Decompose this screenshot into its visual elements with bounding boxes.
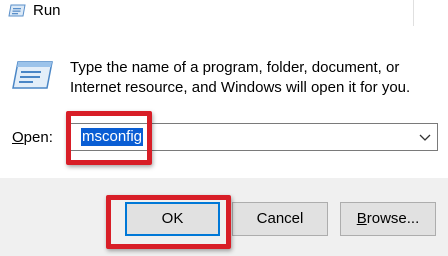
chevron-down-icon[interactable] (419, 131, 431, 143)
open-label-mnemonic: O (12, 129, 24, 146)
run-icon (12, 61, 53, 89)
title-bar-divider (413, 0, 414, 26)
cancel-button-label: Cancel (256, 210, 304, 227)
browse-button-mnemonic: B (356, 210, 367, 227)
title-bar[interactable]: Run (0, 0, 448, 26)
open-label-rest: pen: (23, 129, 53, 146)
browse-button-label: rowse... (366, 210, 420, 227)
dialog-description: Type the name of a program, folder, docu… (70, 59, 411, 96)
highlight-box-input (66, 111, 152, 165)
run-dialog: Run Type the name of a program, folder, … (0, 0, 448, 256)
highlight-box-ok (106, 195, 231, 249)
open-label: Open: (12, 129, 53, 147)
cancel-button[interactable]: Cancel (232, 202, 328, 236)
window-title: Run (33, 2, 61, 19)
browse-button[interactable]: Browse... (340, 202, 436, 236)
run-icon (8, 4, 26, 17)
